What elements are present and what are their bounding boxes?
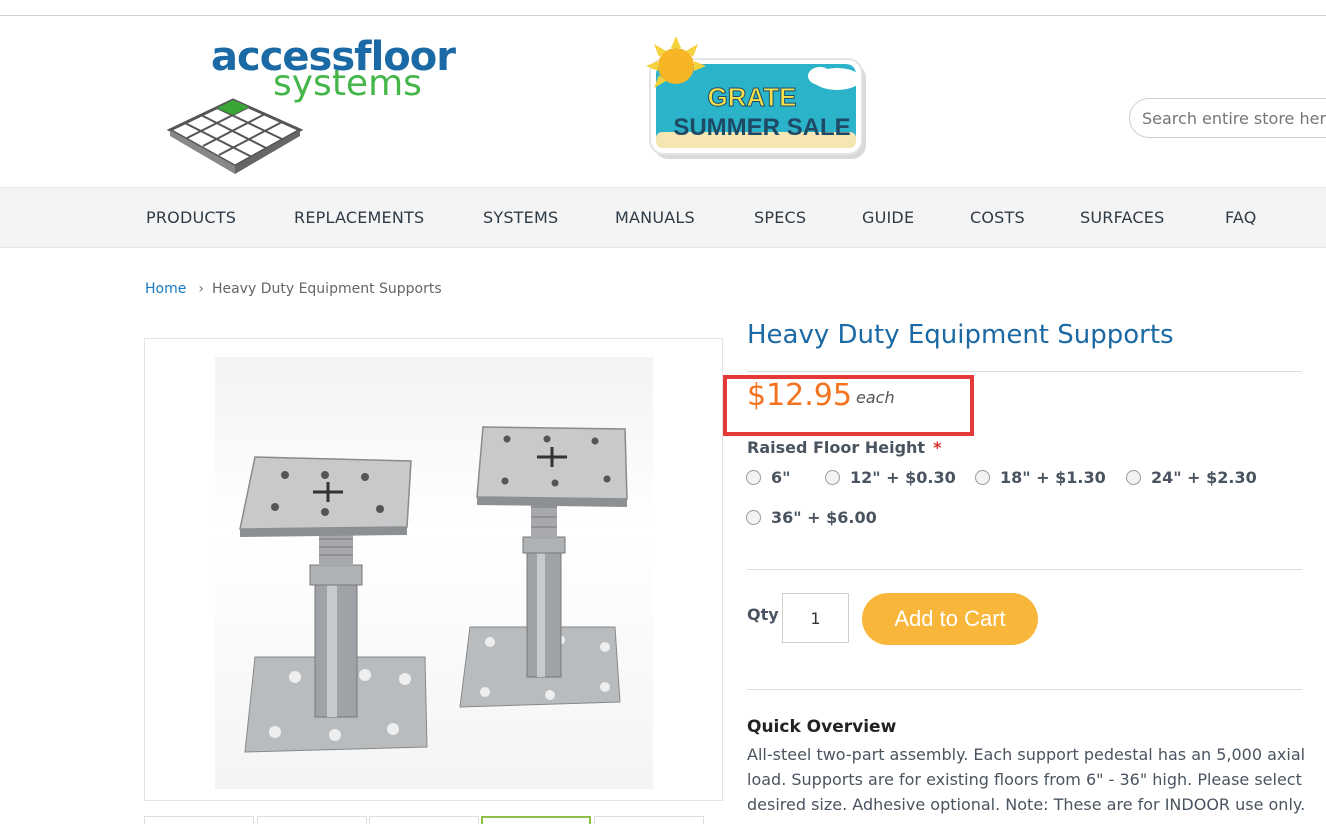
radio-button[interactable] <box>746 470 761 485</box>
add-to-cart-button[interactable]: Add to Cart <box>862 593 1038 645</box>
pedestal-supports-image <box>239 426 628 753</box>
nav-item-replacements[interactable]: REPLACEMENTS <box>294 208 424 227</box>
height-option-18[interactable]: 18" + $1.30 <box>975 468 1106 487</box>
qty-label: Qty <box>747 605 779 624</box>
divider <box>747 371 1302 372</box>
product-photo <box>215 357 653 789</box>
breadcrumb-home-link[interactable]: Home <box>145 281 186 297</box>
divider <box>747 689 1302 690</box>
price-unit: each <box>856 388 895 407</box>
gallery-thumbnail[interactable] <box>369 816 479 824</box>
option-label-text: Raised Floor Height <box>747 438 926 457</box>
product-title: Heavy Duty Equipment Supports <box>747 320 1174 350</box>
gallery-thumbnails <box>144 816 723 824</box>
nav-item-costs[interactable]: COSTS <box>970 208 1025 227</box>
sale-text-grate: GRATE <box>707 82 796 112</box>
nav-item-surfaces[interactable]: SURFACES <box>1080 208 1164 227</box>
height-option-label: 6" <box>771 468 791 487</box>
nav-item-guide[interactable]: GUIDE <box>862 208 914 227</box>
nav-item-products[interactable]: PRODUCTS <box>146 208 236 227</box>
height-option-label: 36" + $6.00 <box>771 508 877 527</box>
required-marker: * <box>933 438 942 457</box>
height-option-label: 24" + $2.30 <box>1151 468 1257 487</box>
product-price: $12.95 <box>747 378 852 413</box>
summer-sale-banner[interactable]: GRATE SUMMER SALE <box>632 34 872 164</box>
site-logo[interactable]: accessfloor systems <box>165 36 456 181</box>
gallery-thumbnail[interactable] <box>144 816 254 824</box>
nav-item-faq[interactable]: FAQ <box>1225 208 1257 227</box>
quick-overview-heading: Quick Overview <box>747 717 897 737</box>
gallery-thumbnail-active[interactable] <box>481 816 591 824</box>
breadcrumb-current: Heavy Duty Equipment Supports <box>211 281 442 297</box>
nav-item-specs[interactable]: SPECS <box>754 208 806 227</box>
radio-button[interactable] <box>746 510 761 525</box>
radio-button[interactable] <box>1126 470 1141 485</box>
main-navigation: PRODUCTS REPLACEMENTS SYSTEMS MANUALS SP… <box>0 187 1326 248</box>
radio-button[interactable] <box>975 470 990 485</box>
radio-button[interactable] <box>825 470 840 485</box>
nav-item-systems[interactable]: SYSTEMS <box>483 208 558 227</box>
height-option-6[interactable]: 6" <box>746 468 790 487</box>
gallery-thumbnail[interactable] <box>594 816 704 824</box>
browser-top-strip <box>0 0 1326 16</box>
sale-text-summer-sale: SUMMER SALE <box>673 114 850 141</box>
quick-overview-text: All-steel two-part assembly. Each suppor… <box>747 745 1306 814</box>
height-option-label: 12" + $0.30 <box>850 468 956 487</box>
height-option-36[interactable]: 36" + $6.00 <box>746 508 877 527</box>
site-header: accessfloor systems GRATE SUMMER SALE Se… <box>0 16 1326 187</box>
gallery-thumbnail[interactable] <box>257 816 367 824</box>
product-image-gallery[interactable] <box>144 338 723 801</box>
breadcrumb: Home › Heavy Duty Equipment Supports <box>145 281 442 297</box>
height-option-24[interactable]: 24" + $2.30 <box>1126 468 1257 487</box>
divider <box>747 569 1302 570</box>
chevron-right-icon: › <box>198 281 204 297</box>
option-label-raised-floor-height: Raised Floor Height * <box>747 438 941 457</box>
height-option-label: 18" + $1.30 <box>1000 468 1106 487</box>
search-input[interactable] <box>1129 98 1326 138</box>
floor-grid-icon <box>166 98 304 174</box>
qty-input[interactable] <box>782 593 849 643</box>
height-option-12[interactable]: 12" + $0.30 <box>825 468 956 487</box>
nav-item-manuals[interactable]: MANUALS <box>615 208 695 227</box>
